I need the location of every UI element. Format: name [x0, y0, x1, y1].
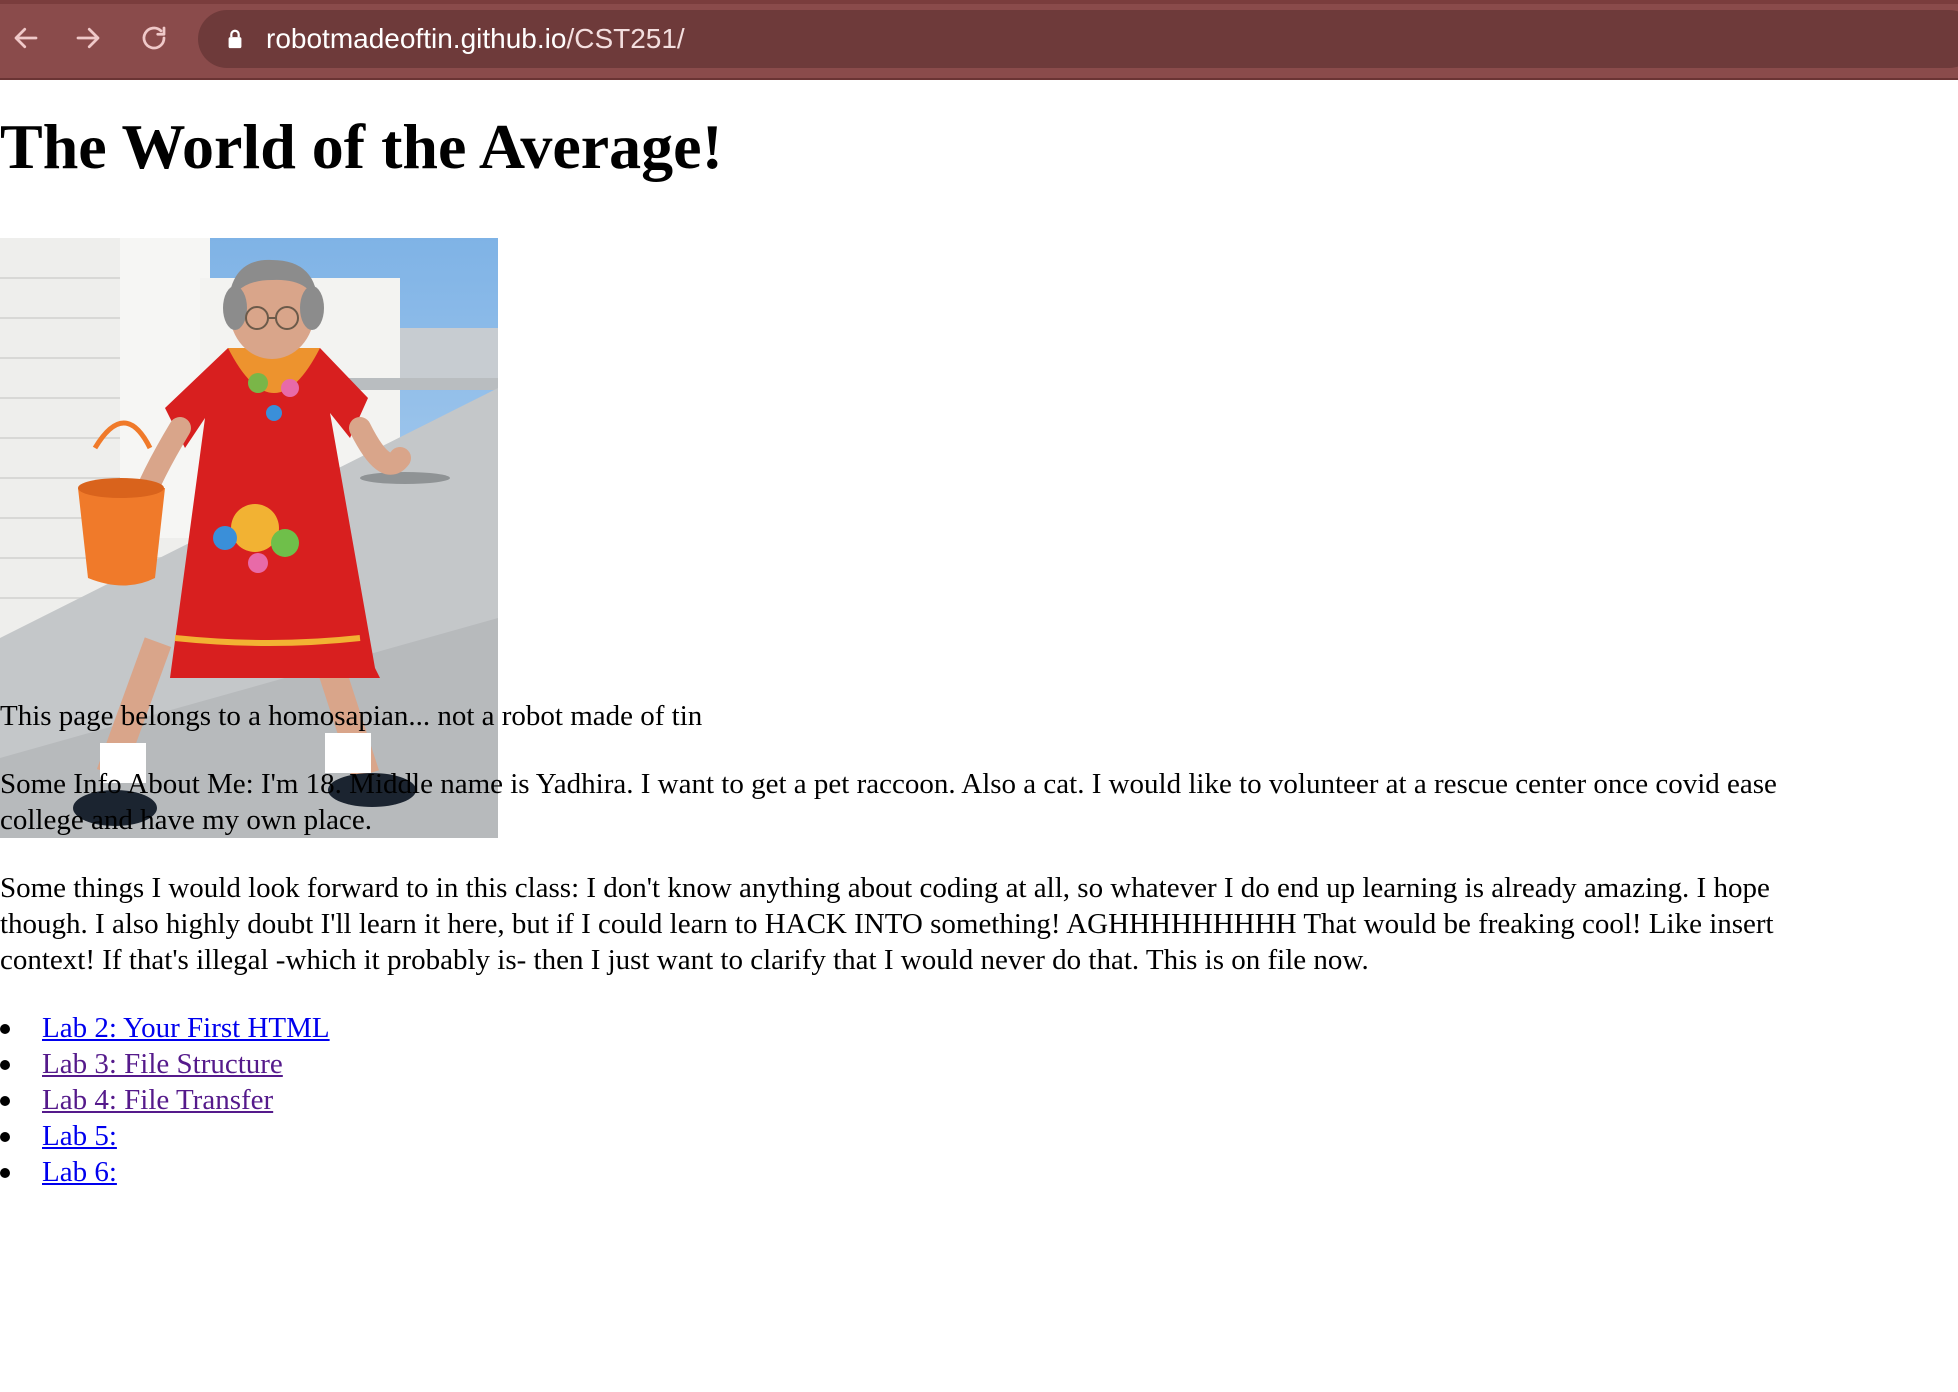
profile-photo [0, 238, 498, 838]
bullet-icon [0, 1060, 10, 1070]
list-item: Lab 2: Your First HTML [0, 1010, 330, 1046]
class-goals-line-1: Some things I would look forward to in t… [0, 872, 1770, 904]
arrow-left-icon [14, 27, 38, 49]
list-item: Lab 4: File Transfer [0, 1082, 330, 1118]
reload-icon [142, 26, 166, 50]
list-item: Lab 6: [0, 1154, 330, 1190]
list-item: Lab 5: [0, 1118, 330, 1154]
lab-2-link[interactable]: Lab 2: Your First HTML [42, 1012, 330, 1044]
bullet-icon [0, 1132, 10, 1142]
page-title: The World of the Average! [0, 111, 723, 182]
bullet-icon [0, 1168, 10, 1178]
url-path: /CST251/ [566, 23, 685, 54]
page-content: The World of the Average! This page belo… [0, 80, 1958, 1392]
class-goals-line-3: context! If that's illegal -which it pro… [0, 944, 1369, 976]
back-button[interactable] [6, 18, 46, 58]
arrow-right-icon [76, 27, 100, 49]
class-goals-line-2: though. I also highly doubt I'll learn i… [0, 908, 1774, 940]
lab-6-link[interactable]: Lab 6: [42, 1156, 117, 1188]
reload-button[interactable] [134, 18, 174, 58]
about-me-line-1: Some Info About Me: I'm 18. Middle name … [0, 768, 1777, 800]
bullet-icon [0, 1024, 10, 1034]
lab-5-link[interactable]: Lab 5: [42, 1120, 117, 1152]
tab-strip-edge [0, 0, 1958, 4]
lock-icon [228, 29, 242, 49]
browser-toolbar: robotmadeoftin.github.io/CST251/ [0, 0, 1958, 80]
address-bar[interactable]: robotmadeoftin.github.io/CST251/ [198, 10, 1958, 68]
about-me-line-2: college and have my own place. [0, 804, 373, 836]
lab-3-link[interactable]: Lab 3: File Structure [42, 1048, 283, 1080]
bullet-icon [0, 1096, 10, 1106]
url-text[interactable]: robotmadeoftin.github.io/CST251/ [266, 10, 685, 68]
list-item: Lab 3: File Structure [0, 1046, 330, 1082]
url-host: robotmadeoftin.github.io [266, 23, 567, 54]
intro-text: This page belongs to a homosapian... not… [0, 700, 703, 732]
lab-links-list: Lab 2: Your First HTML Lab 3: File Struc… [0, 1010, 330, 1190]
forward-button[interactable] [68, 18, 108, 58]
lab-4-link[interactable]: Lab 4: File Transfer [42, 1084, 273, 1116]
